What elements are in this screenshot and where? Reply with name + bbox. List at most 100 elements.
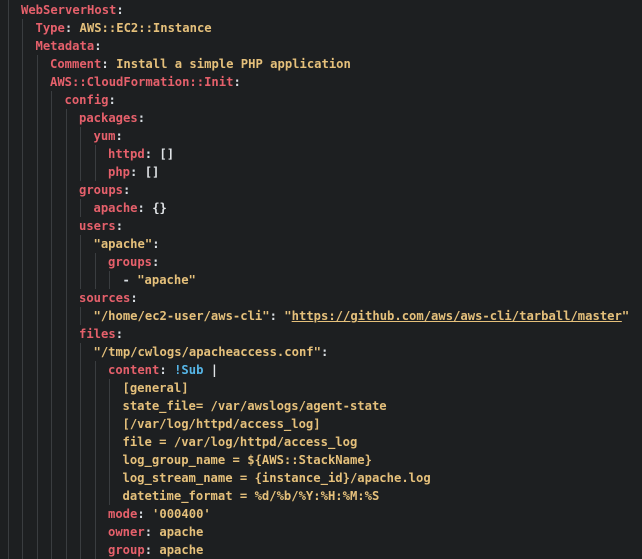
code-line[interactable]: owner: apache bbox=[108, 523, 203, 541]
key-separator: : bbox=[144, 543, 160, 557]
yaml-value: file = /var/log/httpd/access_log bbox=[122, 435, 358, 449]
code-line[interactable]: groups: bbox=[79, 181, 130, 199]
indent-guide bbox=[80, 199, 81, 217]
code-editor[interactable]: WebServerHost: Type: AWS::EC2::Instance Me… bbox=[0, 0, 642, 559]
yaml-key: content bbox=[108, 363, 160, 377]
code-line[interactable]: apache: {} bbox=[94, 199, 167, 217]
key-separator: : bbox=[108, 93, 116, 107]
indent-guide bbox=[65, 109, 67, 559]
code-line[interactable]: config: bbox=[65, 91, 116, 109]
key-separator: : bbox=[144, 147, 160, 161]
yaml-key: mode bbox=[108, 507, 138, 521]
yaml-key: WebServerHost bbox=[21, 3, 117, 17]
yaml-value: [general] bbox=[122, 381, 189, 395]
key-separator: : bbox=[115, 219, 124, 233]
code-line[interactable]: datetime_format = %d/%b/%Y:%H:%M:%S bbox=[123, 487, 380, 505]
indent-guide bbox=[80, 343, 81, 559]
yaml-key: owner bbox=[108, 525, 145, 539]
key-separator: : bbox=[115, 327, 124, 341]
indent-guide bbox=[80, 235, 81, 289]
code-line[interactable]: yum: bbox=[94, 127, 123, 145]
indent-guide bbox=[109, 271, 110, 289]
key-separator: : bbox=[144, 525, 160, 539]
yaml-value: log_group_name = ${AWS::StackName} bbox=[122, 453, 372, 467]
code-line[interactable]: [/var/log/httpd/access_log] bbox=[123, 415, 321, 433]
key-separator: : bbox=[94, 39, 102, 53]
code-line[interactable]: AWS::CloudFormation::Init: bbox=[50, 73, 241, 91]
code-line[interactable]: Comment: Install a simple PHP applicatio… bbox=[50, 55, 351, 73]
yaml-key: group bbox=[108, 543, 145, 557]
yaml-key: Type bbox=[35, 21, 65, 35]
indent-guide bbox=[8, 0, 9, 559]
indent-guide bbox=[80, 307, 81, 325]
code-line[interactable]: users: bbox=[79, 217, 123, 235]
code-line[interactable]: [general] bbox=[123, 379, 189, 397]
yaml-value: [/var/log/httpd/access_log] bbox=[122, 417, 321, 431]
yaml-key: Metadata bbox=[35, 39, 95, 53]
yaml-key: groups bbox=[108, 255, 153, 269]
key-separator: : bbox=[123, 183, 131, 197]
yaml-value: datetime_format = %d/%b/%Y:%H:%M:%S bbox=[122, 489, 380, 503]
yaml-value: "apache" bbox=[137, 273, 196, 287]
key-separator: : bbox=[159, 363, 175, 377]
yaml-key: AWS::CloudFormation::Init bbox=[50, 75, 234, 89]
quote-mark: " bbox=[284, 309, 292, 323]
key-separator: : bbox=[152, 255, 160, 269]
yaml-key: httpd bbox=[108, 147, 145, 161]
code-line[interactable]: "/tmp/cwlogs/apacheaccess.conf": bbox=[94, 343, 329, 361]
code-line[interactable]: group: apache bbox=[108, 541, 203, 559]
yaml-key: sources bbox=[79, 291, 131, 305]
code-line[interactable]: php: [] bbox=[108, 163, 159, 181]
yaml-key: yum bbox=[93, 129, 116, 143]
code-line[interactable]: Metadata: bbox=[36, 37, 102, 55]
url-link: https://github.com/aws/aws-cli/tarball/m… bbox=[291, 309, 622, 323]
key-separator: : bbox=[269, 309, 285, 323]
key-separator: : bbox=[101, 57, 117, 71]
code-line[interactable]: httpd: [] bbox=[108, 145, 174, 163]
yaml-key: Comment bbox=[50, 57, 102, 71]
key-separator: : bbox=[116, 3, 124, 17]
yaml-value: '000400' bbox=[152, 507, 211, 521]
yaml-key: config bbox=[64, 93, 109, 107]
key-separator: : bbox=[130, 291, 138, 305]
code-line[interactable]: - "apache" bbox=[123, 271, 196, 289]
indent-guide bbox=[36, 55, 38, 559]
yaml-literal: [] bbox=[159, 147, 175, 161]
indent-guide bbox=[94, 145, 96, 181]
key-separator: : bbox=[233, 75, 241, 89]
list-dash: - bbox=[122, 273, 138, 287]
code-line[interactable]: log_stream_name = {instance_id}/apache.l… bbox=[123, 469, 431, 487]
code-line[interactable]: "apache": bbox=[94, 235, 160, 253]
key-separator: : bbox=[137, 201, 153, 215]
code-line[interactable]: content: !Sub | bbox=[108, 361, 218, 379]
yaml-literal: {} bbox=[152, 201, 167, 215]
yaml-value: apache bbox=[159, 525, 204, 539]
code-line[interactable]: files: bbox=[79, 325, 123, 343]
yaml-literal: | bbox=[203, 363, 219, 377]
code-line[interactable]: file = /var/log/httpd/access_log bbox=[123, 433, 358, 451]
code-line[interactable]: groups: bbox=[108, 253, 159, 271]
yaml-value: state_file= /var/awslogs/agent-state bbox=[122, 399, 387, 413]
code-line[interactable]: WebServerHost: bbox=[21, 1, 124, 19]
yaml-key: groups bbox=[79, 183, 124, 197]
indent-guide bbox=[94, 361, 96, 559]
key-separator: : bbox=[137, 507, 153, 521]
yaml-key: users bbox=[79, 219, 116, 233]
indent-guide bbox=[80, 127, 81, 181]
yaml-value: Install a simple PHP application bbox=[116, 57, 351, 71]
key-separator: : bbox=[320, 345, 329, 359]
code-line[interactable]: Type: AWS::EC2::Instance bbox=[36, 19, 212, 37]
indent-guide bbox=[51, 91, 52, 559]
yaml-quoted-key: "apache" bbox=[93, 237, 153, 251]
code-line[interactable]: "/home/ec2-user/aws-cli": "https://githu… bbox=[94, 307, 630, 325]
code-line[interactable]: state_file= /var/awslogs/agent-state bbox=[123, 397, 387, 415]
yaml-tag: !Sub bbox=[174, 363, 204, 377]
yaml-literal: [] bbox=[144, 165, 160, 179]
key-separator: : bbox=[115, 129, 123, 143]
code-line[interactable]: packages: bbox=[79, 109, 145, 127]
code-line[interactable]: sources: bbox=[79, 289, 138, 307]
code-line[interactable]: log_group_name = ${AWS::StackName} bbox=[123, 451, 372, 469]
yaml-value: apache bbox=[159, 543, 204, 557]
yaml-value: AWS::EC2::Instance bbox=[79, 21, 212, 35]
code-line[interactable]: mode: '000400' bbox=[108, 505, 211, 523]
